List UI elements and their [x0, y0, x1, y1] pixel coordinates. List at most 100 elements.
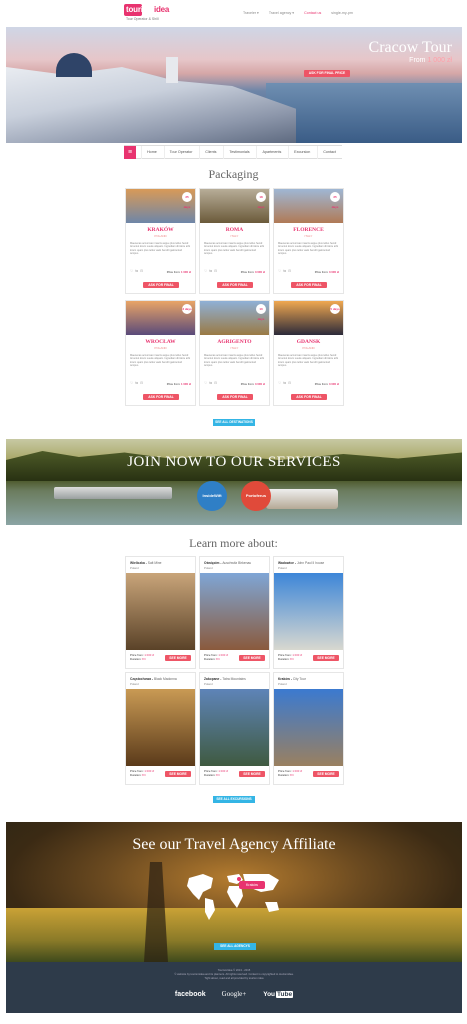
package-card[interactable]: 5 days GDANSK POLAND Maecenas accumsan maur…	[273, 300, 344, 406]
ask-price-button[interactable]: ASK FOR FINAL PRICE	[291, 282, 327, 293]
package-description: Maecenas accumsan mauris augue plus tell…	[130, 354, 191, 367]
compare-icon[interactable]: ⊟	[140, 381, 145, 385]
ask-price-button[interactable]: ASK FOR FINAL PRICE	[143, 282, 179, 293]
see-more-button[interactable]: SEE MORE	[239, 771, 265, 777]
package-country: ITALY	[230, 346, 239, 350]
footer: TourismIdea © 2013 - 2015 © website by t…	[6, 962, 462, 1013]
excursion-title: Zakopane - Tatra Mountains	[204, 677, 246, 681]
excursion-image[interactable]	[200, 689, 269, 766]
duration-badge: 25 days	[182, 192, 192, 209]
hero-title: Cracow Tour	[368, 39, 452, 56]
world-map-icon[interactable]	[181, 866, 291, 924]
logo-text: tourismidea	[126, 5, 170, 14]
package-price: Price from: 1 000 zł	[166, 270, 191, 274]
footer-note: Tight about, read and all provided by to…	[204, 977, 264, 980]
topnav-contact[interactable]: Contact us	[304, 11, 321, 15]
package-card[interactable]: 10 days AGRIGENTO ITALY Maecenas accumsan m…	[199, 300, 270, 406]
see-more-button[interactable]: SEE MORE	[239, 655, 265, 661]
package-price: Price from: 3 000 zł	[314, 270, 339, 274]
package-card[interactable]: 25 days KRAKÓW POLAND Maecenas accumsan mau…	[125, 188, 196, 294]
package-country: POLAND	[302, 346, 315, 350]
package-country: ITALY	[230, 234, 239, 238]
nav-clients[interactable]: Clients	[199, 146, 221, 159]
excursion-card[interactable]: Oświęcim - Auschwitz Birkenau Poland Price…	[199, 556, 270, 669]
package-city: KRAKÓW	[147, 227, 174, 233]
map-label-krakow[interactable]: Kraków	[239, 881, 265, 889]
see-more-button[interactable]: SEE MORE	[313, 771, 339, 777]
excursion-image[interactable]	[274, 573, 343, 650]
excursion-title: Oświęcim - Auschwitz Birkenau	[204, 561, 252, 565]
duration-badge: 25 days	[330, 192, 340, 209]
topnav-agency[interactable]: Travel agency ▾	[269, 11, 294, 15]
excursion-card[interactable]: Częstochowa - Black Madonna Poland Price f…	[125, 672, 196, 785]
join-banner: JOIN NOW TO OUR SERVICES InsideWift Port…	[6, 439, 462, 525]
excursion-image[interactable]	[274, 689, 343, 766]
excursion-card[interactable]: Zakopane - Tatra Mountains Poland Price fr…	[199, 672, 270, 785]
affiliate-banner: See our Travel Agency Affiliate Kraków S…	[6, 822, 462, 962]
google-plus-link[interactable]: Google+	[222, 990, 247, 998]
see-all-destinations-button[interactable]: SEE ALL DESTINATIONS	[213, 419, 255, 426]
excursion-info: Price from: 1 000 zł Duration: 8 h	[204, 653, 229, 661]
hero-windmill	[166, 57, 178, 83]
excursion-country: Poland	[278, 682, 287, 686]
nav-contact[interactable]: Contact	[317, 146, 341, 159]
menu-icon[interactable]: ≡	[124, 146, 136, 159]
youtube-link[interactable]: You Tube	[262, 990, 294, 998]
join-title: JOIN NOW TO OUR SERVICES	[127, 454, 341, 470]
ask-price-button[interactable]: ASK FOR FINAL PRICE	[217, 394, 253, 405]
portoferus-badge[interactable]: Portoferus	[241, 481, 271, 511]
affiliate-title: See our Travel Agency Affiliate	[132, 836, 336, 853]
compare-icon[interactable]: ⊟	[214, 269, 219, 273]
nav-tour-operator[interactable]: Tour Operator	[163, 146, 198, 159]
see-all-excursions-button[interactable]: SEE ALL EXCURSIONS	[213, 796, 255, 803]
insidewift-badge[interactable]: InsideWift	[197, 481, 227, 511]
nav-apartments[interactable]: Apartments	[256, 146, 286, 159]
facebook-link[interactable]: facebook	[175, 991, 206, 998]
excursion-card[interactable]: Kraków - City Tour Poland Price from: 1 00…	[273, 672, 344, 785]
excursion-image[interactable]	[126, 689, 195, 766]
package-price: Price from: 3 000 zł	[314, 382, 339, 386]
package-icons: ♡⇆⊟	[278, 269, 293, 273]
package-icons: ♡⇆⊟	[130, 269, 145, 273]
compare-icon[interactable]: ⊟	[288, 269, 293, 273]
compare-icon[interactable]: ⊟	[140, 269, 145, 273]
package-card[interactable]: 25 days FLORENCE ITALY Maecenas accumsan ma…	[273, 188, 344, 294]
duration-badge: 10 days	[256, 304, 266, 321]
nav-home[interactable]: Home	[141, 146, 162, 159]
topnav-user[interactable]: single-my-pm	[331, 11, 353, 15]
compare-icon[interactable]: ⊟	[214, 381, 219, 385]
excursion-info: Price from: 1 000 zł Duration: 8 h	[278, 653, 303, 661]
package-card[interactable]: 3 days WROCŁAW POLAND Maecenas accumsan mau…	[125, 300, 196, 406]
excursion-title: Wadowice - John Paul II house	[278, 561, 325, 565]
package-card[interactable]: 18 days ROMA ITALY Maecenas accumsan mauris…	[199, 188, 270, 294]
hero-dome	[56, 53, 92, 77]
logo[interactable]: tourismidea Tour Operator & Shill	[124, 4, 172, 24]
hero-ask-price-button[interactable]: ASK FOR FINAL PRICE	[304, 70, 350, 77]
see-all-agencys-button[interactable]: SEE ALL AGENCYS	[214, 943, 256, 950]
topnav-traveler[interactable]: Traveler ▾	[243, 11, 259, 15]
excursion-image[interactable]	[200, 573, 269, 650]
footer-rights: © website by tourismidea and its planner…	[174, 973, 294, 976]
excursion-image[interactable]	[126, 573, 195, 650]
compare-icon[interactable]: ⊟	[288, 381, 293, 385]
package-description: Maecenas accumsan mauris augue plus tell…	[278, 354, 339, 367]
excursion-card[interactable]: Wieliczka - Salt Mine Poland Price from: 1…	[125, 556, 196, 669]
package-icons: ♡⇆⊟	[204, 381, 219, 385]
join-boat-left	[54, 487, 172, 499]
package-description: Maecenas accumsan mauris augue plus tell…	[130, 242, 191, 255]
see-more-button[interactable]: SEE MORE	[313, 655, 339, 661]
excursion-country: Poland	[278, 566, 287, 570]
ask-price-button[interactable]: ASK FOR FINAL PRICE	[291, 394, 327, 405]
package-description: Maecenas accumsan mauris augue plus tell…	[204, 354, 265, 367]
nav-testimonials[interactable]: Testimonials	[223, 146, 254, 159]
hero-town-image	[6, 67, 296, 143]
see-more-button[interactable]: SEE MORE	[165, 771, 191, 777]
package-description: Maecenas accumsan mauris augue plus tell…	[278, 242, 339, 255]
ask-price-button[interactable]: ASK FOR FINAL PRICE	[217, 282, 253, 293]
ask-price-button[interactable]: ASK FOR FINAL PRICE	[143, 394, 179, 405]
see-more-button[interactable]: SEE MORE	[165, 655, 191, 661]
excursion-card[interactable]: Wadowice - John Paul II house Poland Price…	[273, 556, 344, 669]
nav-excursion[interactable]: Excursion	[288, 146, 315, 159]
excursion-info: Price from: 1 000 zł Duration: 8 h	[278, 769, 303, 777]
social-links: facebook Google+ You Tube	[6, 990, 462, 998]
